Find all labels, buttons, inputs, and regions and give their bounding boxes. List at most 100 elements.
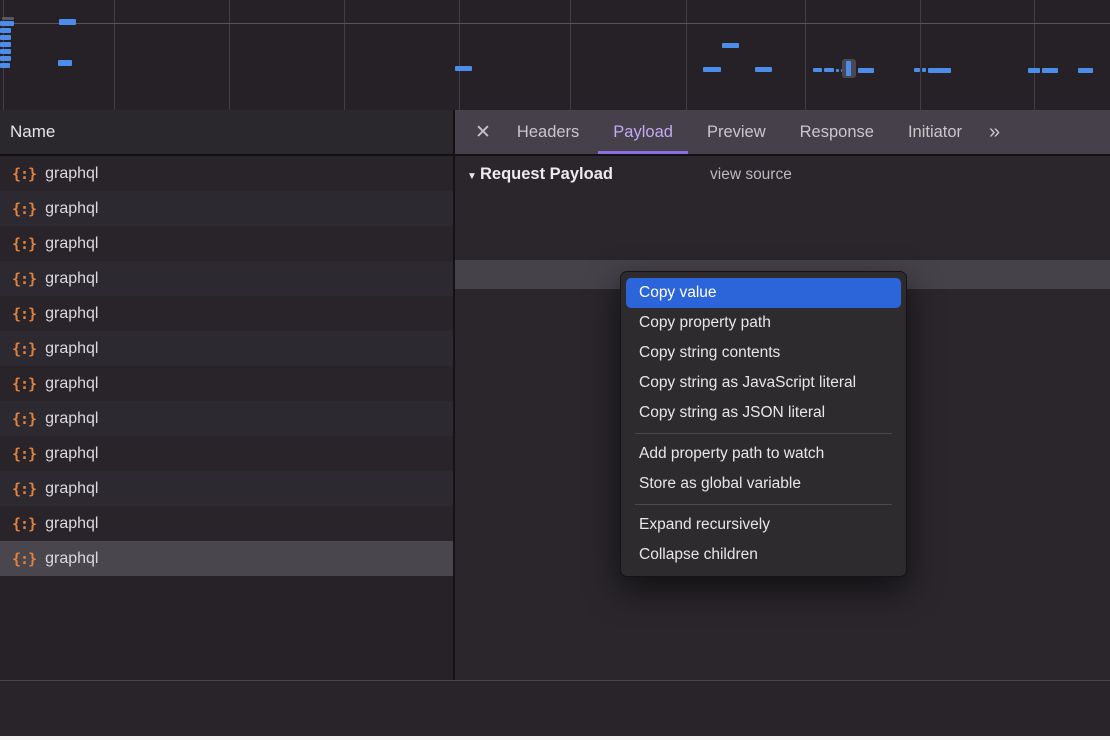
request-timing-bar[interactable] [0, 63, 10, 68]
payload-summary-row[interactable]: ▼ {operationName: "ipFlowTimeseries", va… [455, 202, 1110, 231]
request-timing-bar[interactable] [1042, 68, 1058, 73]
request-row[interactable]: {:}graphql [0, 506, 453, 541]
timeline-gridline [114, 0, 115, 110]
request-timing-bar[interactable] [58, 60, 72, 66]
request-payload-section-header: ▼ Request Payload view source [455, 163, 1110, 191]
json-braces-icon: {:} [12, 270, 36, 288]
request-name: graphql [45, 235, 98, 253]
request-timing-bar[interactable] [0, 35, 11, 40]
request-name: graphql [45, 340, 98, 358]
timeline-gridline [686, 0, 687, 110]
request-row[interactable]: {:} graphql [0, 296, 453, 331]
timeline-gridline [805, 0, 806, 110]
request-row[interactable]: {:} graphql [0, 226, 453, 261]
request-row[interactable]: {:} graphql [0, 331, 453, 366]
request-timing-bar[interactable] [858, 68, 874, 73]
json-braces-icon: {:} [12, 480, 36, 498]
json-braces-icon: {:} [12, 165, 36, 183]
more-tabs-icon[interactable]: » [989, 121, 998, 144]
timeline-gridline [920, 0, 921, 110]
request-row[interactable]: {:} graphql [0, 471, 453, 506]
request-name: graphql [45, 550, 98, 568]
summary-bar [0, 681, 1110, 736]
menu-item-copy-string-contents[interactable]: Copy string contents [621, 338, 906, 368]
name-column-header[interactable]: Name [0, 110, 453, 156]
request-timing-bar[interactable] [928, 68, 951, 73]
json-braces-icon: {:} [12, 340, 36, 358]
request-row[interactable]: {:} graphql [0, 261, 453, 296]
request-row[interactable]: {:} graphql [0, 436, 453, 471]
request-timing-bar[interactable] [0, 28, 11, 33]
request-name: graphql [45, 480, 98, 498]
tab-headers[interactable]: Headers [502, 110, 594, 151]
request-name: graphql [45, 270, 98, 288]
request-name: graphql [45, 200, 98, 218]
devtools-network-panel: Name {:}graphql{:}graphql{:}graphql{:}gr… [0, 0, 1110, 740]
request-timing-bar[interactable] [0, 21, 14, 26]
json-braces-icon: {:} [12, 515, 36, 533]
request-name: graphql [45, 445, 98, 463]
menu-item-copy-string-as-javascript-literal[interactable]: Copy string as JavaScript literal [621, 368, 906, 398]
menu-separator [635, 433, 892, 434]
menu-item-copy-value[interactable]: Copy value [626, 278, 901, 308]
request-timing-bar[interactable] [824, 68, 834, 72]
request-timing-bar[interactable] [0, 49, 11, 54]
menu-item-store-as-global-variable[interactable]: Store as global variable [621, 469, 906, 499]
request-timing-bar[interactable] [59, 19, 76, 25]
request-timing-bar[interactable] [2, 17, 14, 20]
request-row[interactable]: {:} graphql [0, 401, 453, 436]
request-timing-bar[interactable] [0, 56, 11, 61]
request-timing-bar[interactable] [836, 69, 839, 72]
request-name: graphql [45, 305, 98, 323]
json-braces-icon: {:} [12, 550, 36, 568]
request-timing-bar[interactable] [0, 42, 11, 47]
menu-item-copy-string-as-json-literal[interactable]: Copy string as JSON literal [621, 398, 906, 428]
request-timing-bar[interactable] [722, 43, 739, 48]
request-timing-bar[interactable] [922, 68, 926, 72]
context-menu: Copy valueCopy property pathCopy string … [620, 271, 907, 577]
request-row[interactable]: {:}graphql [0, 366, 453, 401]
tab-payload[interactable]: Payload [598, 110, 688, 154]
tab-strip: HeadersPayloadPreviewResponseInitiator [502, 110, 977, 154]
timeline-gridline [459, 0, 460, 110]
request-list: {:} graphql {:} graphql {:} graphql {:} graphql… [0, 156, 453, 680]
menu-item-collapse-children[interactable]: Collapse children [621, 540, 906, 570]
json-braces-icon: {:} [12, 305, 36, 323]
timeline-gridline [229, 0, 230, 110]
tab-response[interactable]: Response [785, 110, 889, 151]
request-timing-bar[interactable] [1078, 68, 1093, 73]
tab-preview[interactable]: Preview [692, 110, 781, 151]
json-braces-icon: {:} [12, 410, 36, 428]
name-column-header-label: Name [10, 122, 55, 142]
close-icon[interactable]: ✕ [475, 121, 491, 144]
timeline-gridline [1034, 0, 1035, 110]
hovered-request-highlight[interactable] [842, 59, 856, 78]
window-bottom-edge [0, 736, 1110, 740]
menu-item-add-property-path-to-watch[interactable]: Add property path to watch [621, 439, 906, 469]
request-timing-bar[interactable] [914, 68, 920, 72]
request-timing-bar[interactable] [455, 66, 472, 71]
menu-separator [635, 504, 892, 505]
tab-initiator[interactable]: Initiator [893, 110, 977, 151]
section-collapse-triangle-icon[interactable]: ▼ [467, 171, 477, 182]
details-tabbar: ✕ HeadersPayloadPreviewResponseInitiator… [455, 110, 1110, 156]
request-timing-bar[interactable] [755, 67, 772, 72]
request-name: graphql [45, 410, 98, 428]
timeline-gridline [344, 0, 345, 110]
request-row[interactable]: {:}graphql [0, 191, 453, 226]
json-braces-icon: {:} [12, 235, 36, 253]
timeline-gridline [570, 0, 571, 110]
operation-name-row[interactable]: operationName: "ipFlowTimeseries" [455, 231, 1110, 260]
request-row[interactable]: {:} graphql [0, 156, 453, 191]
request-name: graphql [45, 165, 98, 183]
request-timing-bar[interactable] [703, 67, 721, 72]
view-source-link[interactable]: view source [710, 166, 792, 184]
request-row[interactable]: {:} graphql [0, 541, 453, 576]
request-timing-bar[interactable] [813, 68, 822, 72]
section-title: Request Payload [480, 165, 613, 184]
menu-item-copy-property-path[interactable]: Copy property path [621, 308, 906, 338]
request-timing-bar[interactable] [1028, 68, 1040, 73]
json-braces-icon: {:} [12, 445, 36, 463]
menu-item-expand-recursively[interactable]: Expand recursively [621, 510, 906, 540]
network-overview-timeline[interactable] [0, 0, 1110, 110]
